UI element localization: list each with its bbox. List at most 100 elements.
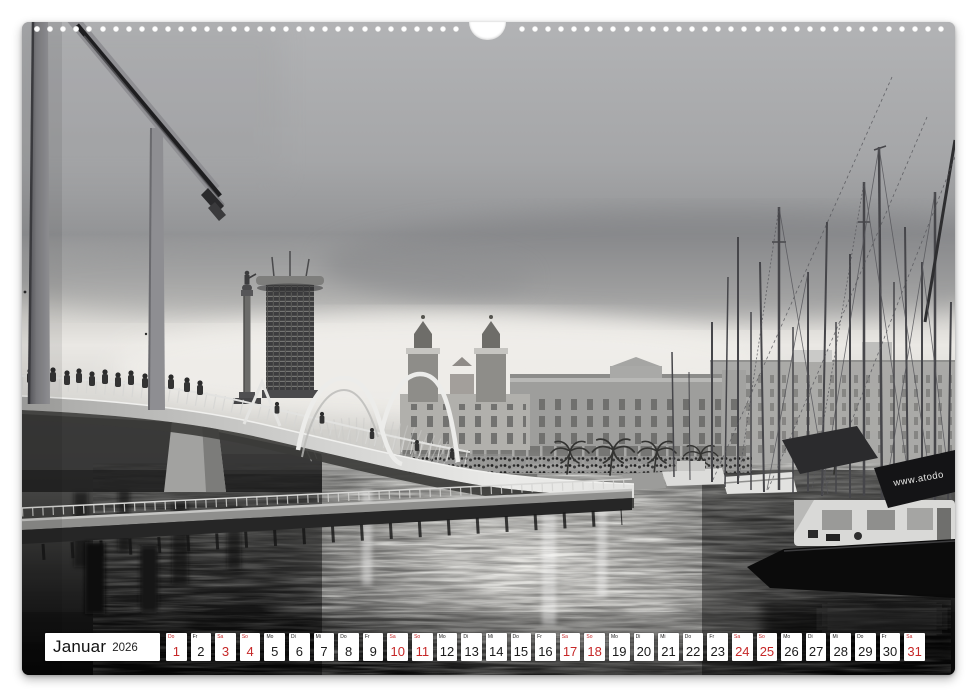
calendar-strip: Januar 2026 Do1Fr2Sa3So4Mo5Di6Mi7Do8Fr9S…	[45, 633, 925, 661]
calendar-day-cell: Sa10	[387, 633, 408, 661]
binding-hole	[637, 26, 643, 32]
weekday-label: Fr	[193, 635, 198, 640]
calendar-day-cell: Fr 16	[535, 633, 556, 661]
binding-hole	[401, 26, 407, 32]
weekday-label: Do	[340, 635, 346, 640]
calendar-day-cell: Di20	[634, 633, 655, 661]
calendar-day-cell: Mi14	[486, 633, 507, 661]
calendar-day-cell: Do 8	[338, 633, 359, 661]
day-number: 1	[173, 645, 180, 658]
calendar-day-cell: Sa24	[732, 633, 753, 661]
calendar-day-cell: Sa17	[560, 633, 581, 661]
binding-hole	[152, 26, 158, 32]
calendar-sheet: www.atodo Januar 2026 Do 1 Fr2Sa3So4 Mo 5 Di6…	[22, 22, 955, 675]
weekday-label: Fr	[365, 635, 370, 640]
calendar-day-cell: Fr2	[191, 633, 212, 661]
calendar-day-cell: Mi21	[658, 633, 679, 661]
day-number: 5	[271, 645, 278, 658]
calendar-day-cell: Sa3	[215, 633, 236, 661]
binding-hole	[362, 26, 368, 32]
binding-hole	[912, 26, 918, 32]
binding-hole	[519, 26, 525, 32]
day-number: 19	[612, 645, 626, 658]
bird	[145, 333, 147, 335]
weekday-label: Do	[857, 635, 863, 640]
day-number: 25	[760, 645, 774, 658]
day-number: 8	[345, 645, 352, 658]
binding-hole	[558, 26, 564, 32]
binding-hole	[925, 26, 931, 32]
binding-hole	[296, 26, 302, 32]
binding-hole	[650, 26, 656, 32]
weekday-label: So	[242, 635, 248, 640]
weekday-label: Sa	[906, 635, 912, 640]
binding-hole	[231, 26, 237, 32]
weekday-label: Do	[168, 635, 174, 640]
binding-hole	[375, 26, 381, 32]
weekday-label: Di	[463, 635, 468, 640]
calendar-day-cell: So11	[412, 633, 433, 661]
calendar-day-cell: Mo26	[781, 633, 802, 661]
weekday-label: Mo	[439, 635, 446, 640]
day-number: 7	[320, 645, 327, 658]
weekday-label: Mo	[266, 635, 273, 640]
calendar-day-cell: Di13	[461, 633, 482, 661]
year-label: 2026	[112, 642, 138, 654]
binding-hole	[34, 26, 40, 32]
weekday-label: Fr	[537, 635, 542, 640]
weekday-label: Do	[513, 635, 519, 640]
calendar-day-cell: Fr 23	[707, 633, 728, 661]
calendar-day-cell: Fr 30	[880, 633, 901, 661]
day-cells: Do1Fr2Sa3So4Mo5Di6Mi7Do8Fr9Sa10So11Mo12D…	[166, 633, 925, 661]
calendar-day-cell: Mi28	[830, 633, 851, 661]
binding-hole	[663, 26, 669, 32]
weekday-label: Fr	[882, 635, 887, 640]
day-number: 22	[686, 645, 700, 658]
binding-hole	[886, 26, 892, 32]
day-number: 24	[735, 645, 749, 658]
weekday-label: Mi	[832, 635, 837, 640]
binding-hole	[113, 26, 119, 32]
calendar-day-cell: So25	[757, 633, 778, 661]
weekday-label: Do	[685, 635, 691, 640]
day-number: 26	[784, 645, 798, 658]
weekday-label: Di	[636, 635, 641, 640]
day-number: 11	[416, 645, 430, 658]
weekday-label: Di	[808, 635, 813, 640]
day-number: 15	[514, 645, 528, 658]
binding-hole	[545, 26, 551, 32]
binding-hole	[689, 26, 695, 32]
day-number: 10	[391, 645, 405, 658]
binding-hole	[820, 26, 826, 32]
calendar-day-cell: Fr9	[363, 633, 384, 661]
calendar-day-cell: Mo 5	[264, 633, 285, 661]
calendar-day-cell: Di6	[289, 633, 310, 661]
photo-barcelona-port-vell: www.atodo	[22, 22, 955, 675]
day-number: 23	[710, 645, 724, 658]
calendar-day-cell: Di 27	[806, 633, 827, 661]
binding-hole	[414, 26, 420, 32]
weekday-label: So	[586, 635, 592, 640]
day-number: 29	[858, 645, 872, 658]
weekday-label: Di	[291, 635, 296, 640]
binding-hole	[755, 26, 761, 32]
calendar-day-cell: Mo 12	[437, 633, 458, 661]
binding-hole	[388, 26, 394, 32]
weekday-label: Mi	[488, 635, 493, 640]
weekday-label: Fr	[709, 635, 714, 640]
binding-hole	[427, 26, 433, 32]
day-number: 27	[809, 645, 823, 658]
calendar-day-cell: Mo 19	[609, 633, 630, 661]
day-number: 12	[440, 645, 454, 658]
binding-hole	[794, 26, 800, 32]
calendar-day-cell: So18	[584, 633, 605, 661]
calendar-day-cell: So4	[240, 633, 261, 661]
day-number: 16	[538, 645, 552, 658]
binding-hole	[676, 26, 682, 32]
month-label: Januar	[53, 637, 106, 657]
day-number: 30	[883, 645, 897, 658]
weekday-label: Mi	[660, 635, 665, 640]
weekday-label: Mo	[611, 635, 618, 640]
binding-hole	[532, 26, 538, 32]
binding-hole	[624, 26, 630, 32]
